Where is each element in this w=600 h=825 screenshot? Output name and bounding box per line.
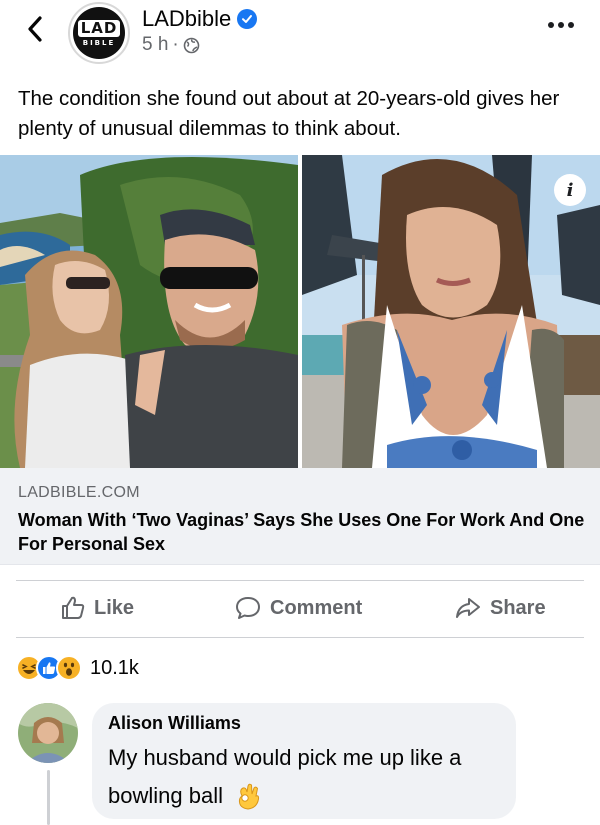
- ladbible-logo: LAD BIBLE: [73, 7, 125, 59]
- more-dot-icon: [568, 22, 574, 28]
- woman-poolside-photo: [302, 155, 600, 468]
- comment-author[interactable]: Alison Williams: [108, 713, 241, 734]
- post-header: LAD BIBLE LADbible 5 h ·: [0, 0, 600, 70]
- more-options-button[interactable]: [548, 22, 574, 28]
- more-dot-icon: [548, 22, 554, 28]
- globe-icon: [183, 37, 200, 53]
- post-time[interactable]: 5 h: [142, 34, 168, 56]
- thumbs-up-icon: [62, 596, 85, 619]
- page-name-row[interactable]: LADbible: [142, 6, 258, 32]
- page-name[interactable]: LADbible: [142, 6, 231, 32]
- like-label: Like: [94, 596, 135, 619]
- link-title[interactable]: Woman With ‘Two Vaginas’ Says She Uses O…: [18, 508, 588, 556]
- like-button[interactable]: Like: [60, 595, 134, 621]
- back-button[interactable]: [22, 12, 48, 46]
- comment-text: My husband would pick me up like a bowli…: [108, 745, 462, 808]
- share-arrow-icon: [456, 598, 480, 618]
- comment-button[interactable]: Comment: [234, 595, 362, 621]
- page-avatar[interactable]: LAD BIBLE: [68, 2, 130, 64]
- commenter-avatar[interactable]: [18, 703, 78, 763]
- verified-badge-icon: [237, 9, 258, 29]
- share-label: Share: [490, 596, 546, 619]
- link-preview-card[interactable]: LADBIBLE.COM Woman With ‘Two Vaginas’ Sa…: [0, 468, 600, 565]
- wow-reaction-icon: [56, 655, 82, 681]
- ok-hand-emoji-icon: [239, 783, 260, 810]
- comment-bubble-icon: [236, 597, 260, 619]
- logo-text-top: LAD: [77, 19, 121, 37]
- couple-beach-photo: [0, 155, 298, 468]
- meta-separator: ·: [172, 34, 179, 55]
- post-actions-bar: Like Comment Share: [16, 580, 584, 638]
- reactions-summary[interactable]: 10.1k: [16, 655, 139, 681]
- post-meta: 5 h ·: [142, 34, 200, 56]
- link-preview-image[interactable]: i: [0, 155, 600, 468]
- share-button[interactable]: Share: [454, 595, 546, 621]
- logo-text-bottom: BIBLE: [82, 38, 116, 47]
- comment-bubble[interactable]: Alison Williams My husband would pick me…: [92, 703, 516, 819]
- comment-label: Comment: [270, 596, 363, 619]
- info-button[interactable]: i: [554, 174, 586, 206]
- comment-thread-line: [47, 770, 50, 825]
- post-caption: The condition she found out about at 20-…: [18, 87, 560, 140]
- comment-text-block: My husband would pick me up like a bowli…: [108, 739, 508, 815]
- more-dot-icon: [558, 22, 564, 28]
- reaction-count[interactable]: 10.1k: [90, 657, 139, 680]
- link-domain: LADBIBLE.COM: [18, 484, 140, 501]
- chevron-left-icon: [28, 16, 42, 42]
